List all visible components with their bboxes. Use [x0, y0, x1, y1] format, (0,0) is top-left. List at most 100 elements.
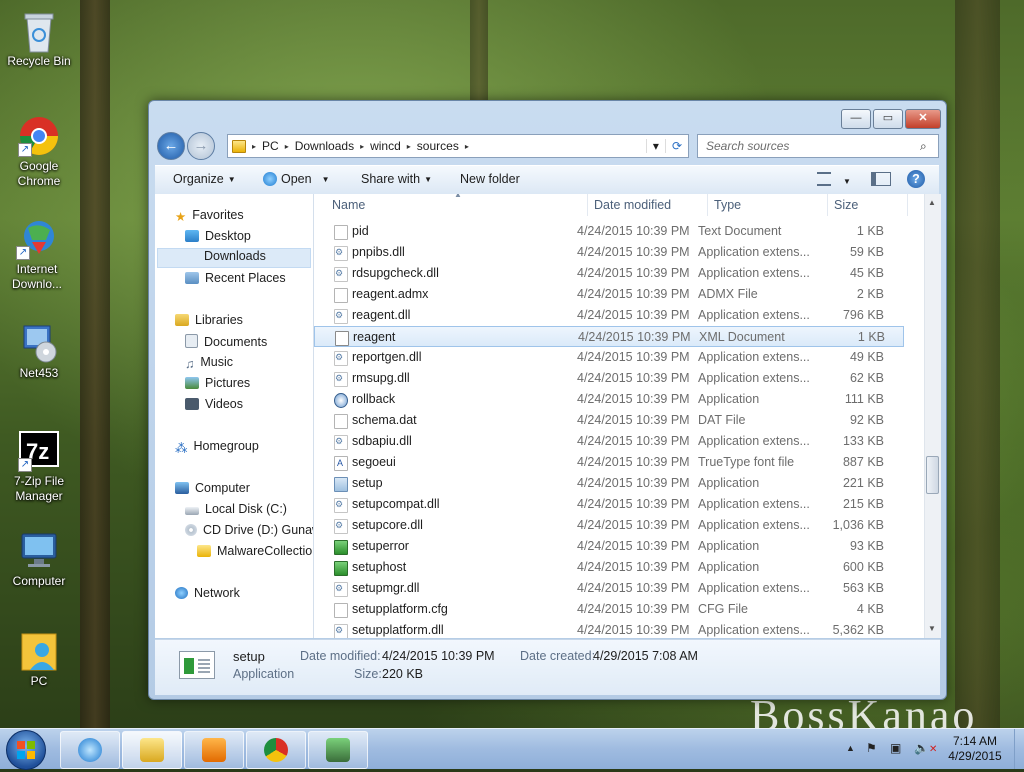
nav-videos[interactable]: Videos [185, 397, 243, 411]
help-button[interactable]: ? [907, 170, 925, 188]
new-folder-button[interactable]: New folder [460, 172, 520, 186]
nav-cd-drive-label: CD Drive (D:) Gunaw [203, 523, 314, 537]
column-header-type[interactable]: Type [708, 194, 828, 216]
file-list: Name ▲ Date modified Type Size pid 4/24/2… [314, 194, 924, 638]
scrollbar-thumb[interactable] [926, 456, 939, 494]
open-button[interactable]: Open ▼ [263, 172, 330, 186]
file-row[interactable]: setupcore.dll 4/24/2015 10:39 PM Applicati… [314, 515, 904, 536]
nav-malware-collection[interactable]: MalwareCollection [197, 544, 313, 558]
file-type: Text Document [698, 224, 782, 238]
file-row[interactable]: reagent.dll 4/24/2015 10:39 PM Application… [314, 305, 904, 326]
address-dropdown-icon[interactable]: ▾ [645, 139, 665, 153]
nav-documents[interactable]: Documents [185, 334, 267, 349]
address-bar[interactable]: ▸ PC ▸ Downloads ▸ wincd ▸ sources ▸ ▾ ⟳ [227, 134, 689, 158]
file-row[interactable]: setuphost 4/24/2015 10:39 PM Application 60… [314, 557, 904, 578]
scroll-down-icon[interactable]: ▼ [928, 624, 936, 633]
view-details-icon [817, 172, 831, 186]
show-hidden-icons-button[interactable]: ▲ [846, 743, 855, 753]
vertical-scrollbar[interactable]: ▲ ▼ [924, 194, 941, 638]
file-row[interactable]: setupmgr.dll 4/24/2015 10:39 PM Applicatio… [314, 578, 904, 599]
desktop-icon-net453[interactable]: Net453 [4, 322, 74, 381]
file-date-modified: 4/24/2015 10:39 PM [577, 434, 690, 448]
desktop-icon-internet-download-manager[interactable]: ↗ Internet Downlo... [2, 218, 72, 292]
file-type: Application extens... [698, 308, 810, 322]
share-with-button[interactable]: Share with ▼ [361, 172, 432, 186]
desktop-icon-pc[interactable]: PC [4, 630, 74, 689]
file-row[interactable]: sdbapiu.dll 4/24/2015 10:39 PM Application… [314, 431, 904, 452]
desktop-icon-label: Google Chrome [17, 159, 61, 188]
change-view-button[interactable]: ▼ [817, 172, 851, 188]
file-size: 92 KB [849, 413, 884, 427]
desktop-icon-recycle-bin[interactable]: Recycle Bin [4, 10, 74, 69]
file-row[interactable]: setuperror 4/24/2015 10:39 PM Application 9… [314, 536, 904, 557]
file-row[interactable]: rmsupg.dll 4/24/2015 10:39 PM Application … [314, 368, 904, 389]
nav-homegroup[interactable]: ⁂ Homegroup [175, 439, 259, 455]
show-desktop-button[interactable] [1014, 729, 1024, 769]
search-icon[interactable]: ⌕ [920, 139, 927, 154]
file-name: setuphost [352, 560, 407, 574]
network-icon[interactable]: ▣ [890, 741, 901, 755]
file-row[interactable]: setupplatform.cfg 4/24/2015 10:39 PM CFG F… [314, 599, 904, 620]
taskbar-internet-explorer[interactable] [60, 731, 120, 769]
nav-documents-label: Documents [204, 335, 268, 349]
nav-local-disk[interactable]: Local Disk (C:) [185, 502, 287, 516]
nav-computer[interactable]: Computer [175, 481, 250, 495]
breadcrumb-sources[interactable]: sources [411, 139, 465, 153]
file-row[interactable]: pid 4/24/2015 10:39 PM Text Document 1 KB [314, 221, 904, 242]
column-header-size[interactable]: Size [828, 194, 908, 216]
nav-cd-drive[interactable]: CD Drive (D:) Gunaw [185, 523, 314, 537]
shortcut-arrow-icon: ↗ [16, 246, 30, 260]
shortcut-arrow-icon: ↗ [18, 458, 32, 472]
file-row[interactable]: reagent 4/24/2015 10:39 PM XML Document 1 K… [314, 326, 904, 347]
maximize-button[interactable]: ▭ [873, 109, 903, 129]
preview-pane-button[interactable] [871, 172, 891, 187]
taskbar-chrome[interactable] [246, 731, 306, 769]
nav-music[interactable]: ♫ Music [185, 355, 233, 371]
file-row[interactable]: reagent.admx 4/24/2015 10:39 PM ADMX File 2… [314, 284, 904, 305]
chevron-down-icon[interactable]: ▼ [322, 175, 330, 184]
file-name: setuperror [352, 539, 409, 553]
minimize-button[interactable]: — [841, 109, 871, 129]
preview-pane-icon [871, 172, 891, 186]
details-date-created-label: Date created: [520, 649, 596, 663]
nav-favorites[interactable]: ★ Favorites [175, 208, 244, 224]
file-row[interactable]: rdsupgcheck.dll 4/24/2015 10:39 PM Applica… [314, 263, 904, 284]
breadcrumb-downloads[interactable]: Downloads [289, 139, 360, 153]
file-row[interactable]: reportgen.dll 4/24/2015 10:39 PM Applicati… [314, 347, 904, 368]
recent-places-icon [185, 272, 199, 284]
nav-libraries[interactable]: Libraries [175, 313, 243, 327]
scroll-up-icon[interactable]: ▲ [928, 198, 936, 207]
search-input[interactable]: Search sources ⌕ [697, 134, 939, 158]
breadcrumb-wincd[interactable]: wincd [364, 139, 407, 153]
volume-muted-icon[interactable]: 🔈✕ [914, 741, 937, 755]
file-row[interactable]: setup 4/24/2015 10:39 PM Application 221 KB [314, 473, 904, 494]
nav-recent-places[interactable]: Recent Places [185, 271, 286, 285]
desktop-icon-7zip[interactable]: 7z ↗ 7-Zip File Manager [4, 430, 74, 504]
file-row[interactable]: schema.dat 4/24/2015 10:39 PM DAT File 92 K… [314, 410, 904, 431]
breadcrumb-pc[interactable]: PC [256, 139, 285, 153]
taskbar-app[interactable] [308, 731, 368, 769]
file-row[interactable]: pnpibs.dll 4/24/2015 10:39 PM Application … [314, 242, 904, 263]
desktop-icon-google-chrome[interactable]: ↗ Google Chrome [4, 115, 74, 189]
desktop-icon-computer[interactable]: Computer [4, 530, 74, 589]
nav-downloads[interactable]: Downloads [157, 248, 311, 268]
file-row[interactable]: setupcompat.dll 4/24/2015 10:39 PM Applica… [314, 494, 904, 515]
refresh-icon[interactable]: ⟳ [664, 139, 688, 153]
clock[interactable]: 7:14 AM 4/29/2015 [940, 734, 1010, 764]
nav-network[interactable]: Network [175, 586, 240, 600]
back-button[interactable]: ← [157, 132, 185, 160]
column-header-date-modified[interactable]: Date modified [588, 194, 708, 216]
action-center-flag-icon[interactable]: ⚑ [866, 741, 877, 755]
organize-button[interactable]: Organize ▼ [173, 172, 236, 186]
file-row[interactable]: setupplatform.dll 4/24/2015 10:39 PM Appli… [314, 620, 904, 638]
nav-pictures[interactable]: Pictures [185, 376, 250, 390]
nav-desktop[interactable]: Desktop [185, 229, 251, 243]
file-row[interactable]: rollback 4/24/2015 10:39 PM Application 111… [314, 389, 904, 410]
taskbar-media-player[interactable] [184, 731, 244, 769]
start-button[interactable] [6, 730, 46, 770]
forward-button[interactable]: → [187, 132, 215, 160]
taskbar-file-explorer[interactable] [122, 731, 182, 769]
file-row[interactable]: segoeui 4/24/2015 10:39 PM TrueType font f… [314, 452, 904, 474]
breadcrumb-separator[interactable]: ▸ [465, 142, 469, 151]
close-button[interactable]: ✕ [905, 109, 941, 129]
